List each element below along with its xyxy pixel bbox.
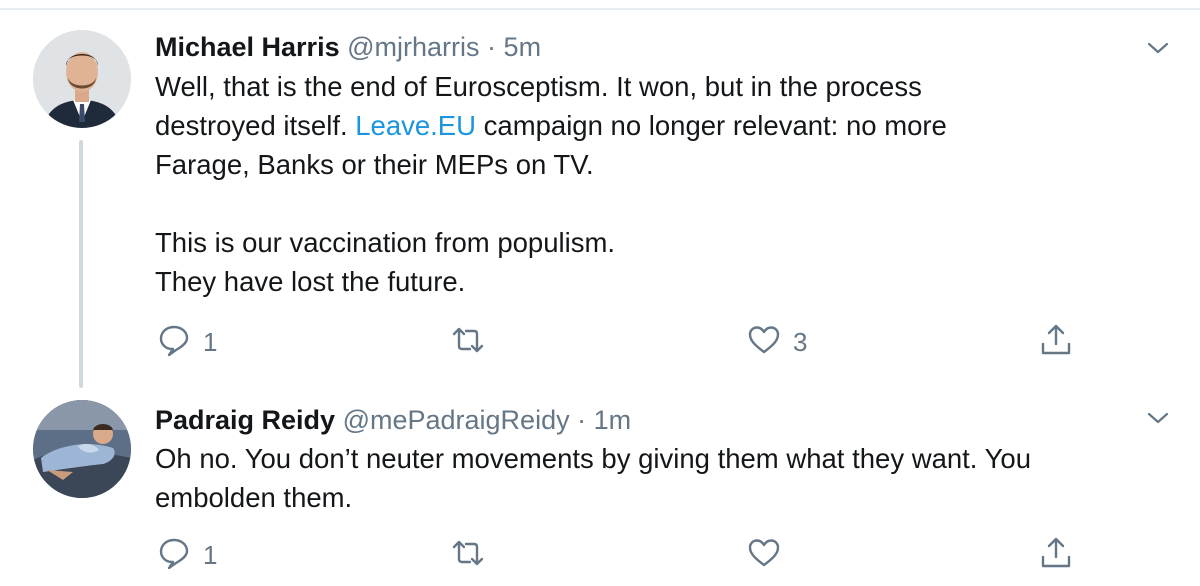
- header-separator: ·: [487, 32, 497, 62]
- tweet-actions: 1: [155, 535, 1095, 575]
- chevron-down-icon[interactable]: [1146, 36, 1170, 60]
- share-button[interactable]: [1039, 535, 1073, 575]
- thread-connector-line: [79, 140, 83, 388]
- top-divider: [0, 8, 1200, 10]
- like-button[interactable]: 3: [747, 322, 807, 362]
- reply-button[interactable]: 1: [157, 322, 217, 362]
- tweet-header: Michael Harris @mjrharris · 5m: [155, 31, 541, 63]
- author-name[interactable]: Padraig Reidy: [155, 405, 335, 435]
- avatar[interactable]: [33, 30, 131, 128]
- share-icon: [1039, 536, 1073, 575]
- retweet-icon: [451, 323, 485, 362]
- heart-icon: [747, 536, 781, 575]
- retweet-icon: [451, 536, 485, 575]
- share-icon: [1039, 323, 1073, 362]
- reply-count: 1: [203, 539, 218, 570]
- tweet-text-line: destroyed itself. Leave.EU campaign no l…: [155, 110, 947, 141]
- chevron-down-icon[interactable]: [1146, 406, 1170, 430]
- reply-icon: [157, 323, 191, 362]
- like-button[interactable]: [747, 535, 793, 575]
- like-count: 3: [793, 326, 808, 357]
- link[interactable]: Leave.EU: [355, 110, 476, 141]
- tweet-header: Padraig Reidy @mePadraigReidy · 1m: [155, 404, 631, 436]
- tweet-actions: 1 3: [155, 322, 1095, 362]
- header-separator: ·: [577, 405, 587, 435]
- tweet-text-line: Farage, Banks or their MEPs on TV.: [155, 149, 594, 180]
- timestamp[interactable]: 1m: [594, 405, 632, 435]
- share-button[interactable]: [1039, 322, 1073, 362]
- reply-icon: [157, 536, 191, 575]
- tweet-text-line: Oh no. You don’t neuter movements by giv…: [155, 443, 1031, 474]
- author-handle[interactable]: @mjrharris: [347, 32, 479, 62]
- retweet-button[interactable]: [451, 322, 497, 362]
- author-handle[interactable]: @mePadraigReidy: [343, 405, 570, 435]
- tweet-text: Well, that is the end of Eurosceptism. I…: [155, 67, 1175, 301]
- tweet-text-line: This is our vaccination from populism.: [155, 227, 616, 258]
- heart-icon: [747, 323, 781, 362]
- tweet-text-line: They have lost the future.: [155, 266, 466, 297]
- avatar[interactable]: [33, 400, 131, 498]
- tweet-text-line: Well, that is the end of Eurosceptism. I…: [155, 71, 922, 102]
- reply-count: 1: [203, 326, 218, 357]
- timestamp[interactable]: 5m: [504, 32, 542, 62]
- retweet-button[interactable]: [451, 535, 497, 575]
- reply-button[interactable]: 1: [157, 535, 217, 575]
- author-name[interactable]: Michael Harris: [155, 32, 340, 62]
- tweet-text: Oh no. You don’t neuter movements by giv…: [155, 439, 1175, 517]
- tweet-text-line: embolden them.: [155, 482, 353, 513]
